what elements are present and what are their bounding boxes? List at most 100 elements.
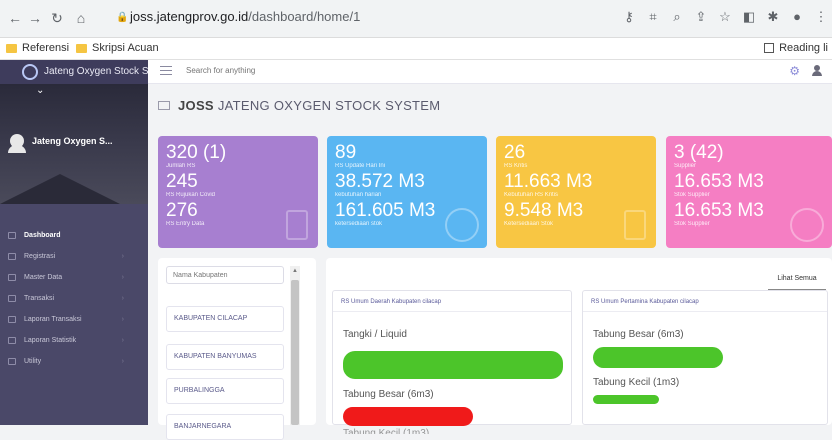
chevron-right-icon: ›	[121, 358, 124, 365]
title-rest: JATENG OXYGEN STOCK SYSTEM	[217, 98, 441, 113]
hospital-icon	[624, 210, 646, 240]
stat-label: Kebutuhan RS Kritis	[504, 192, 559, 198]
puzzle-icon[interactable]: ✱	[766, 9, 780, 25]
brand-name: Jateng Oxygen Stock Syst	[44, 66, 148, 77]
bookmark-skripsi[interactable]: Skripsi Acuan	[76, 42, 159, 54]
gear-icon[interactable]: ⚙	[789, 64, 800, 78]
divider	[333, 311, 571, 312]
stat-value: 11.663 M3	[504, 171, 593, 192]
chevron-right-icon: ›	[121, 316, 124, 323]
scroll-up-icon[interactable]: ▲	[292, 268, 298, 274]
stat-value: 16.653 M3	[674, 171, 764, 192]
browser-actions: ⚷ ⌗ ⌕ ⇪ ☆ ◧ ✱ ● ⋮	[622, 9, 828, 25]
bookmark-label: Referensi	[22, 42, 70, 54]
share-icon[interactable]: ⇪	[694, 9, 708, 25]
sidebar-item-label: Dashboard	[24, 232, 61, 239]
stat-value: 320 (1)	[166, 142, 227, 163]
bookmark-referensi[interactable]: Referensi	[6, 42, 69, 54]
lock-icon[interactable]: 🔒	[116, 12, 128, 23]
star-icon[interactable]: ☆	[718, 9, 732, 25]
chevron-right-icon: ›	[121, 274, 124, 281]
sidebar-item-transaksi[interactable]: Transaksi ›	[0, 288, 148, 309]
translate-icon[interactable]: ⌗	[646, 9, 660, 25]
plus-circle-icon	[445, 208, 479, 242]
kabupaten-item[interactable]: PURBALINGGA	[166, 378, 284, 404]
stock-item-label: Tabung Besar (6m3)	[343, 389, 434, 400]
rs-card[interactable]: RS Umum Daerah Kabupaten cilacap Tangki …	[332, 290, 572, 434]
stat-value: 89	[335, 142, 357, 163]
stock-item-label: Tangki / Liquid	[343, 329, 407, 340]
kabupaten-panel: ▲ KABUPATEN CILACAP KABUPATEN BANYUMAS P…	[158, 258, 316, 440]
menu-dots-icon[interactable]: ⋮	[814, 9, 828, 25]
avatar	[8, 134, 26, 153]
sidebar-item-dashboard[interactable]: Dashboard	[0, 225, 148, 246]
scroll-thumb[interactable]	[291, 280, 299, 425]
reload-icon[interactable]: ↻	[48, 9, 66, 27]
stat-value: 26	[504, 142, 526, 163]
home-icon[interactable]: ⌂	[72, 9, 90, 27]
folder-icon	[6, 43, 17, 53]
chevron-right-icon: ›	[121, 337, 124, 344]
browser-toolbar: ← → ↻ ⌂ 🔒 joss.jatengprov.go.id/dashboar…	[0, 0, 832, 38]
key-icon[interactable]: ⚷	[622, 9, 636, 25]
sidebar-item-laporan-transaksi[interactable]: Laporan Transaksi ›	[0, 309, 148, 330]
stat-card-kebutuhan[interactable]: 89 RS Update Hari Ini 38.572 M3 kebutuha…	[327, 136, 487, 248]
sidebar-item-label: Master Data	[24, 274, 63, 281]
stat-value: 3 (42)	[674, 142, 724, 163]
divider	[583, 311, 827, 312]
stat-label: Jumlah RS	[166, 163, 196, 169]
stat-card-supplier[interactable]: 3 (42) Supplier 16.653 M3 Stok Supplier …	[666, 136, 832, 248]
stat-label: RS Kritis	[504, 163, 528, 169]
page-title: JOSS JATENG OXYGEN STOCK SYSTEM	[158, 98, 440, 113]
extension-icon[interactable]: ◧	[742, 9, 756, 25]
sidebar-item-master-data[interactable]: Master Data ›	[0, 267, 148, 288]
chevron-right-icon: ›	[121, 295, 124, 302]
document-icon	[8, 295, 16, 302]
sidebar: Jateng Oxygen Stock Syst ⌄ Jateng Oxygen…	[0, 60, 148, 425]
stat-card-kritis[interactable]: 26 RS Kritis 11.663 M3 Kebutuhan RS Krit…	[496, 136, 656, 248]
title-icon	[158, 101, 170, 110]
rs-title: RS Umum Daerah Kabupaten cilacap	[341, 299, 442, 305]
hero-background	[0, 174, 120, 204]
menu-icon[interactable]	[160, 66, 172, 77]
back-icon[interactable]: ←	[6, 9, 24, 27]
sidebar-item-registrasi[interactable]: Registrasi ›	[0, 246, 148, 267]
chevron-down-icon[interactable]: ⌄	[36, 85, 44, 96]
url-path: /dashboard/home/1	[248, 9, 361, 24]
url-host: joss.jatengprov.go.id	[130, 9, 249, 24]
stat-label: RS Update Hari Ini	[335, 163, 386, 169]
chevron-right-icon: ›	[121, 253, 124, 260]
rs-title: RS Umum Pertamina Kabupaten cilacap	[591, 299, 699, 305]
title-bold: JOSS	[178, 98, 214, 113]
sidebar-menu: Dashboard Registrasi › Master Data › Trans…	[0, 225, 148, 372]
rs-card[interactable]: RS Umum Pertamina Kabupaten cilacap Tabu…	[582, 290, 828, 425]
kabupaten-scrollbar[interactable]: ▲	[290, 266, 300, 425]
lihat-semua-button[interactable]: Lihat Semua	[768, 272, 826, 290]
stock-bar-green	[593, 395, 659, 404]
reading-list-icon	[764, 43, 775, 53]
stock-bar-green	[343, 351, 563, 379]
stock-item-label: Tabung Besar (6m3)	[593, 329, 684, 340]
sidebar-item-utility[interactable]: Utility ›	[0, 351, 148, 372]
profile-icon[interactable]: ●	[790, 9, 804, 25]
zoom-icon[interactable]: ⌕	[670, 9, 684, 25]
reading-list[interactable]: Reading li	[764, 42, 828, 54]
chart-icon	[8, 337, 16, 344]
stat-card-rs[interactable]: 320 (1) Jumlah RS 245 RS Rujukan Covid 2…	[158, 136, 318, 248]
kabupaten-item[interactable]: KABUPATEN BANYUMAS	[166, 344, 284, 370]
kabupaten-item[interactable]: KABUPATEN CILACAP	[166, 306, 284, 332]
kabupaten-item[interactable]: BANJARNEGARA	[166, 414, 284, 440]
url-text[interactable]: joss.jatengprov.go.id/dashboard/home/1	[130, 9, 360, 24]
forward-icon[interactable]: →	[26, 9, 44, 27]
database-icon	[8, 274, 16, 281]
sidebar-item-laporan-statistik[interactable]: Laporan Statistik ›	[0, 330, 148, 351]
sidebar-item-label: Laporan Transaksi	[24, 316, 82, 323]
building-icon	[286, 210, 308, 240]
stock-bar-red	[343, 407, 473, 426]
user-name: Jateng Oxygen S...	[32, 136, 113, 146]
search-input[interactable]	[186, 66, 386, 75]
sidebar-brand[interactable]: Jateng Oxygen Stock Syst	[0, 60, 148, 84]
stat-label: kebutuhan harian	[335, 192, 382, 198]
kabupaten-search-input[interactable]	[166, 266, 284, 284]
user-icon[interactable]	[812, 65, 822, 76]
